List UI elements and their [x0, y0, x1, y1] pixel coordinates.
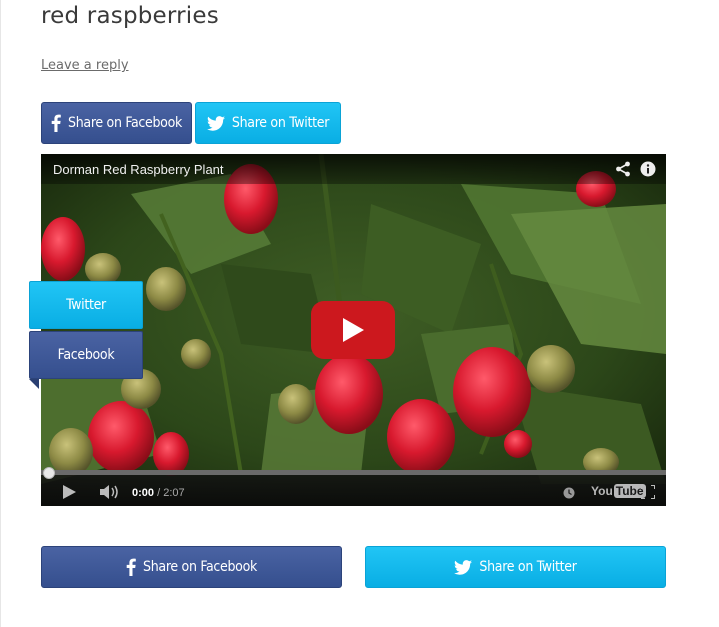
share-twitter-label: Share on Twitter	[231, 115, 330, 131]
floating-share-tail	[29, 379, 39, 389]
info-icon[interactable]	[640, 161, 656, 182]
video-title[interactable]: Dorman Red Raspberry Plant	[53, 162, 224, 177]
floating-twitter-label: Twitter	[66, 297, 106, 313]
share-twitter-button-top[interactable]: Share on Twitter	[195, 102, 341, 144]
video-current-time: 0:00	[132, 487, 155, 499]
share-facebook-label: Share on Facebook	[143, 559, 257, 575]
share-icon[interactable]	[615, 161, 631, 182]
share-facebook-label: Share on Facebook	[68, 115, 182, 131]
youtube-logo-you: You	[591, 484, 613, 498]
leave-reply-link[interactable]: Leave a reply	[41, 58, 129, 73]
watch-later-icon[interactable]	[563, 486, 575, 504]
facebook-icon	[51, 114, 61, 132]
twitter-icon	[454, 559, 473, 575]
share-facebook-button-top[interactable]: Share on Facebook	[41, 102, 192, 144]
post-title: red raspberries	[41, 3, 219, 29]
share-twitter-label: Share on Twitter	[479, 559, 577, 575]
video-duration: / 2:07	[157, 487, 185, 499]
floating-facebook-label: Facebook	[57, 347, 115, 363]
facebook-icon	[126, 558, 136, 576]
floating-facebook-button[interactable]: Facebook	[29, 331, 143, 379]
twitter-icon	[206, 115, 225, 131]
video-time: 0:00 / 2:07	[132, 487, 185, 499]
video-progress-bar[interactable]	[41, 470, 666, 475]
video-player[interactable]: Dorman Red Raspberry Plant 0:00 / 2:07 Y…	[41, 154, 666, 506]
video-scrubber[interactable]	[43, 467, 55, 479]
youtube-logo[interactable]: You Tube	[591, 484, 646, 498]
volume-icon[interactable]	[100, 485, 120, 504]
floating-twitter-button[interactable]: Twitter	[29, 281, 143, 329]
share-facebook-button-bottom[interactable]: Share on Facebook	[41, 546, 342, 588]
fullscreen-icon[interactable]	[640, 484, 656, 504]
share-twitter-button-bottom[interactable]: Share on Twitter	[365, 546, 666, 588]
play-control-icon[interactable]	[62, 485, 76, 504]
page-left-border	[0, 0, 1, 627]
play-button[interactable]	[311, 301, 395, 359]
play-icon	[343, 318, 364, 342]
